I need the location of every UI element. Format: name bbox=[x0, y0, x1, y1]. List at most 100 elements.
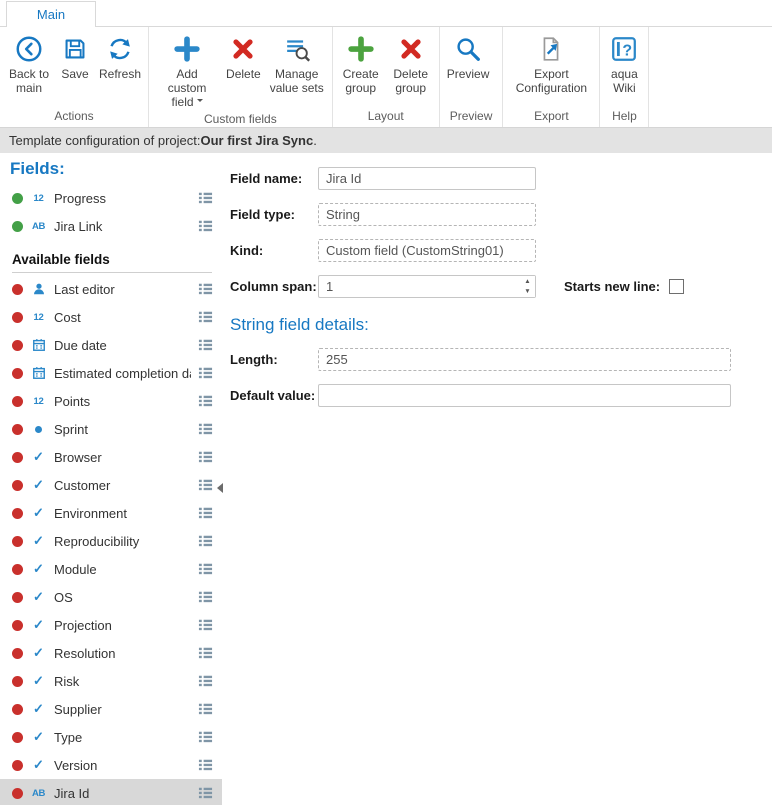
drag-handle-icon[interactable] bbox=[198, 646, 214, 660]
add-plus-icon bbox=[172, 33, 202, 65]
add-custom-field-button[interactable]: Add custom field bbox=[152, 30, 222, 111]
status-circle bbox=[12, 760, 23, 771]
sidebar-field-row[interactable]: ✓Version bbox=[0, 751, 222, 779]
drag-handle-icon[interactable] bbox=[198, 450, 214, 464]
group-label-help: Help bbox=[600, 108, 648, 127]
status-circle bbox=[12, 193, 23, 204]
group-label-layout: Layout bbox=[333, 108, 439, 127]
sidebar-field-row[interactable]: ABJira Id bbox=[0, 779, 222, 805]
field-label: Resolution bbox=[54, 646, 191, 661]
sidebar-field-row[interactable]: 12Cost bbox=[0, 303, 222, 331]
refresh-button[interactable]: Refresh bbox=[95, 30, 145, 83]
sidebar-field-row[interactable]: ✓Customer bbox=[0, 471, 222, 499]
field-label: Customer bbox=[54, 478, 191, 493]
column-span-input[interactable] bbox=[318, 275, 536, 298]
drag-handle-icon[interactable] bbox=[198, 786, 214, 800]
text-field-icon: AB bbox=[30, 788, 47, 799]
drag-handle-icon[interactable] bbox=[198, 618, 214, 632]
ribbon-group-help: ? aqua Wiki Help bbox=[600, 27, 649, 127]
sidebar-field-row[interactable]: Last editor bbox=[0, 275, 222, 303]
drag-handle-icon[interactable] bbox=[198, 758, 214, 772]
drag-handle-icon[interactable] bbox=[198, 310, 214, 324]
drag-handle-icon[interactable] bbox=[198, 702, 214, 716]
drag-handle-icon[interactable] bbox=[198, 366, 214, 380]
drag-handle-icon[interactable] bbox=[198, 674, 214, 688]
sidebar-field-row[interactable]: ✓Risk bbox=[0, 667, 222, 695]
sidebar-field-row[interactable]: ✓Reproducibility bbox=[0, 527, 222, 555]
back-to-main-button[interactable]: Back to main bbox=[3, 30, 55, 97]
aqua-wiki-button[interactable]: ? aqua Wiki bbox=[603, 30, 645, 97]
checkmark-icon: ✓ bbox=[30, 729, 47, 745]
starts-new-line-label: Starts new line: bbox=[564, 279, 660, 294]
starts-new-line-checkbox[interactable] bbox=[669, 279, 684, 294]
button-label: Create group bbox=[340, 67, 382, 95]
sidebar-field-row[interactable]: 12Points bbox=[0, 387, 222, 415]
drag-handle-icon[interactable] bbox=[198, 394, 214, 408]
delete-x-icon bbox=[228, 33, 258, 65]
sidebar-field-row[interactable]: 12Progress bbox=[0, 184, 222, 212]
sidebar-field-row[interactable]: ✓Browser bbox=[0, 443, 222, 471]
save-button[interactable]: Save bbox=[55, 30, 95, 83]
drag-handle-icon[interactable] bbox=[198, 422, 214, 436]
fields-heading: Fields: bbox=[10, 159, 222, 179]
sidebar-field-row[interactable]: Sprint bbox=[0, 415, 222, 443]
status-circle bbox=[12, 312, 23, 323]
length-input[interactable] bbox=[318, 348, 731, 371]
drag-handle-icon[interactable] bbox=[198, 219, 214, 233]
sidebar-field-row[interactable]: ABJira Link bbox=[0, 212, 222, 240]
field-label: Estimated completion date bbox=[54, 366, 191, 381]
sidebar-field-row[interactable]: Due date bbox=[0, 331, 222, 359]
column-span-spinner: ▲ ▼ bbox=[318, 275, 536, 298]
export-configuration-button[interactable]: Export Configuration bbox=[506, 30, 596, 97]
sidebar-field-row[interactable]: ✓Supplier bbox=[0, 695, 222, 723]
field-name-label: Field name: bbox=[230, 171, 318, 186]
tab-main[interactable]: Main bbox=[6, 1, 96, 27]
drag-handle-icon[interactable] bbox=[198, 590, 214, 604]
group-label-custom-fields: Custom fields bbox=[149, 111, 332, 130]
drag-handle-icon[interactable] bbox=[198, 191, 214, 205]
kind-input[interactable] bbox=[318, 239, 536, 262]
ribbon-group-custom-fields: Add custom field Delete Manage value set… bbox=[149, 27, 333, 127]
field-type-input[interactable] bbox=[318, 203, 536, 226]
delete-group-button[interactable]: Delete group bbox=[386, 30, 436, 97]
field-type-label: Field type: bbox=[230, 207, 318, 222]
default-value-input[interactable] bbox=[318, 384, 731, 407]
ribbon-group-preview: Preview Preview bbox=[440, 27, 504, 127]
sidebar-field-row[interactable]: ✓Module bbox=[0, 555, 222, 583]
create-group-button[interactable]: Create group bbox=[336, 30, 386, 97]
sidebar-field-row[interactable]: ✓Environment bbox=[0, 499, 222, 527]
drag-handle-icon[interactable] bbox=[198, 534, 214, 548]
sidebar-field-row[interactable]: ✓Projection bbox=[0, 611, 222, 639]
spinner-down-button[interactable]: ▼ bbox=[520, 287, 535, 298]
field-label: Sprint bbox=[54, 422, 191, 437]
sidebar-field-row[interactable]: ✓Type bbox=[0, 723, 222, 751]
field-name-input[interactable] bbox=[318, 167, 536, 190]
field-label: Cost bbox=[54, 310, 191, 325]
group-label-export: Export bbox=[503, 108, 599, 127]
status-circle bbox=[12, 284, 23, 295]
assigned-fields-list: 12ProgressABJira Link bbox=[0, 184, 222, 240]
drag-handle-icon[interactable] bbox=[198, 730, 214, 744]
drag-handle-icon[interactable] bbox=[198, 478, 214, 492]
manage-value-sets-button[interactable]: Manage value sets bbox=[265, 30, 329, 97]
delete-custom-field-button[interactable]: Delete bbox=[222, 30, 265, 83]
add-plus-icon bbox=[346, 33, 376, 65]
status-circle bbox=[12, 620, 23, 631]
field-label: Module bbox=[54, 562, 191, 577]
splitter-collapse-arrow[interactable] bbox=[217, 483, 223, 493]
checkmark-icon: ✓ bbox=[30, 533, 47, 549]
checkmark-icon: ✓ bbox=[30, 701, 47, 717]
drag-handle-icon[interactable] bbox=[198, 506, 214, 520]
sidebar-field-row[interactable]: ✓Resolution bbox=[0, 639, 222, 667]
drag-handle-icon[interactable] bbox=[198, 338, 214, 352]
sidebar-field-row[interactable]: ✓OS bbox=[0, 583, 222, 611]
drag-handle-icon[interactable] bbox=[198, 282, 214, 296]
spinner-up-button[interactable]: ▲ bbox=[520, 276, 535, 287]
drag-handle-icon[interactable] bbox=[198, 562, 214, 576]
group-label-preview: Preview bbox=[440, 108, 503, 127]
sidebar-field-row[interactable]: Estimated completion date bbox=[0, 359, 222, 387]
person-icon bbox=[30, 282, 47, 296]
preview-button[interactable]: Preview bbox=[443, 30, 494, 83]
template-config-header: Template configuration of project: Our f… bbox=[0, 128, 772, 153]
dot-icon bbox=[30, 426, 47, 433]
